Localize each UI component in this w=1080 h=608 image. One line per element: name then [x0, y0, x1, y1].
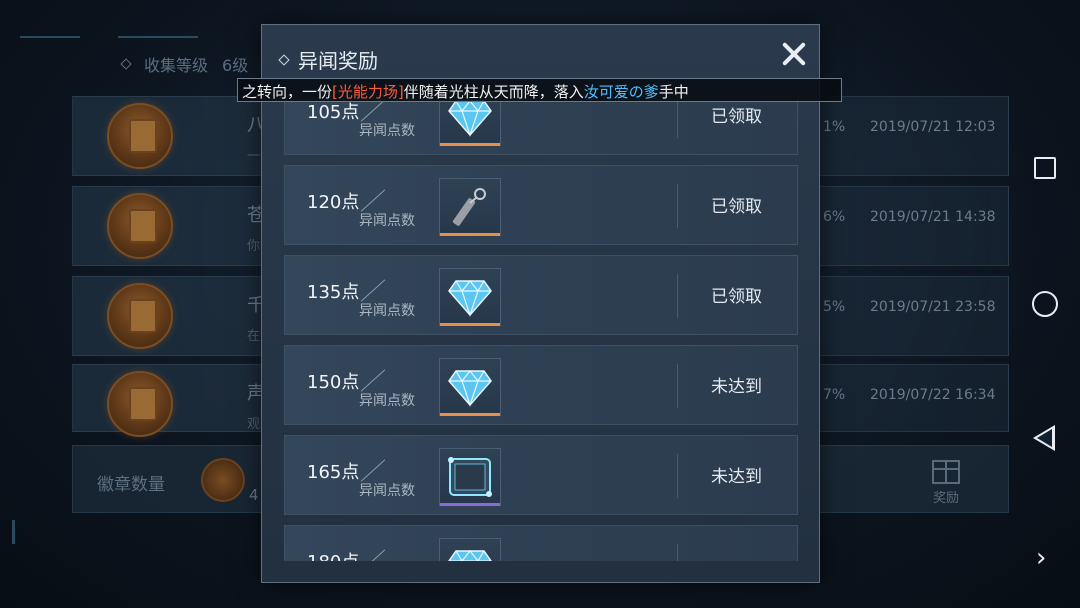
close-icon[interactable] — [781, 41, 807, 67]
rarity-bar — [440, 323, 500, 326]
reward-row[interactable]: 165点 异闻点数 未达到 — [284, 435, 798, 515]
slash-divider — [360, 189, 386, 212]
reward-status: 已领取 — [711, 107, 762, 127]
badge-subtitle: 你 — [247, 239, 261, 254]
reward-row[interactable]: 120点 异闻点数 已领取 — [284, 165, 798, 245]
diamond-bullet-icon — [278, 53, 290, 66]
slash-divider — [360, 549, 386, 561]
diamond-icon[interactable] — [439, 97, 501, 146]
slash-divider — [360, 279, 386, 302]
badge-percent: 5% — [823, 299, 846, 315]
row-divider — [677, 274, 678, 318]
reward-points-label: 异闻点数 — [359, 213, 415, 229]
reward-points-label: 异闻点数 — [359, 483, 415, 499]
badge-count-label: 徽章数量 — [97, 475, 165, 495]
caption-text: 伴随着光柱从天而降，落入 — [403, 83, 584, 101]
slash-divider — [360, 459, 386, 482]
reward-status: 未达到 — [711, 377, 762, 397]
row-divider — [677, 184, 678, 228]
rarity-bar — [440, 233, 500, 236]
decor-line — [118, 36, 198, 38]
reward-points: 180点 — [307, 548, 359, 561]
reward-status: 未达到 — [711, 467, 762, 487]
diamond-icon[interactable] — [439, 358, 501, 416]
reward-status: 已领取 — [711, 287, 762, 307]
reward-points: 165点 — [307, 462, 360, 483]
badge-date: 2019/07/21 14:38 — [870, 209, 996, 225]
collection-level: 收集等级 6级 — [120, 52, 249, 76]
decor-line — [20, 36, 80, 38]
caption-text: 之转向，一份 — [242, 83, 333, 101]
caption-item-name: [光能力场] — [332, 83, 404, 101]
rarity-bar — [440, 413, 500, 416]
reward-modal: 异闻奖励 105点 异闻点数 已领取 120点 异闻点数 已领取 135点 异闻点数 已领取 15… — [261, 24, 820, 583]
badge-medal-icon — [107, 371, 173, 437]
reward-points-label: 异闻点数 — [359, 393, 415, 409]
reward-points-label: 异闻点数 — [359, 123, 415, 139]
badge-subtitle: 一 — [247, 149, 261, 164]
badge-percent: 7% — [823, 387, 846, 403]
badge-date: 2019/07/21 23:58 — [870, 299, 996, 315]
badge-count-value: 4 — [249, 486, 259, 504]
collection-level-value: 6级 — [222, 56, 249, 75]
reward-list[interactable]: 105点 异闻点数 已领取 120点 异闻点数 已领取 135点 异闻点数 已领取 150点 异闻点… — [284, 97, 798, 561]
modal-title-text: 异闻奖励 — [298, 49, 378, 73]
slash-divider — [360, 369, 386, 392]
caption-player-name: 汝可爱の爹 — [583, 83, 659, 101]
chevron-right-icon[interactable]: › — [1036, 543, 1046, 573]
reward-row[interactable]: 135点 异闻点数 已领取 — [284, 255, 798, 335]
diamond-icon[interactable] — [439, 268, 501, 326]
home-icon[interactable] — [1032, 291, 1058, 317]
diamond-bullet-icon — [120, 58, 132, 70]
broadcast-caption: 之转向，一份[光能力场]伴随着光柱从天而降，落入汝可爱の爹手中 — [237, 78, 842, 102]
badge-subtitle: 在 — [247, 329, 261, 344]
reward-row[interactable]: 180点异闻点数 — [284, 525, 798, 561]
badge-medal-icon — [107, 283, 173, 349]
back-icon-inner — [1037, 429, 1052, 447]
decor-line — [12, 520, 15, 544]
reward-button[interactable]: 奖励 — [928, 460, 964, 510]
frame-icon[interactable] — [439, 448, 501, 506]
slash-divider — [360, 99, 386, 122]
rarity-bar — [440, 503, 500, 506]
badge-medal-icon — [107, 193, 173, 259]
reward-points: 150点 — [307, 372, 360, 393]
modal-title: 异闻奖励 — [278, 45, 378, 74]
badge-percent: 1% — [823, 119, 846, 135]
row-divider — [677, 454, 678, 498]
reward-points-label: 异闻点数 — [359, 303, 415, 319]
collection-level-label: 收集等级 — [144, 56, 209, 75]
reward-button-label: 奖励 — [932, 491, 959, 506]
keychain-icon[interactable] — [439, 178, 501, 236]
badge-date: 2019/07/21 12:03 — [870, 119, 996, 135]
row-divider — [677, 364, 678, 408]
reward-points: 135点 — [307, 282, 360, 303]
reward-status: 已领取 — [711, 197, 762, 217]
reward-row[interactable]: 150点 异闻点数 未达到 — [284, 345, 798, 425]
caption-text: 手中 — [658, 83, 689, 101]
badge-medal-icon — [201, 458, 245, 502]
gift-icon — [932, 460, 960, 484]
badge-percent: 6% — [823, 209, 846, 225]
reward-row[interactable]: 105点 异闻点数 已领取 — [284, 97, 798, 155]
recent-apps-icon[interactable] — [1034, 157, 1056, 179]
badge-subtitle: 观 — [247, 417, 261, 432]
row-divider — [677, 544, 678, 561]
diamond-icon[interactable] — [439, 538, 501, 561]
rarity-bar — [440, 143, 500, 146]
row-divider — [677, 97, 678, 138]
badge-date: 2019/07/22 16:34 — [870, 387, 996, 403]
badge-medal-icon — [107, 103, 173, 169]
reward-points: 120点 — [307, 192, 360, 213]
